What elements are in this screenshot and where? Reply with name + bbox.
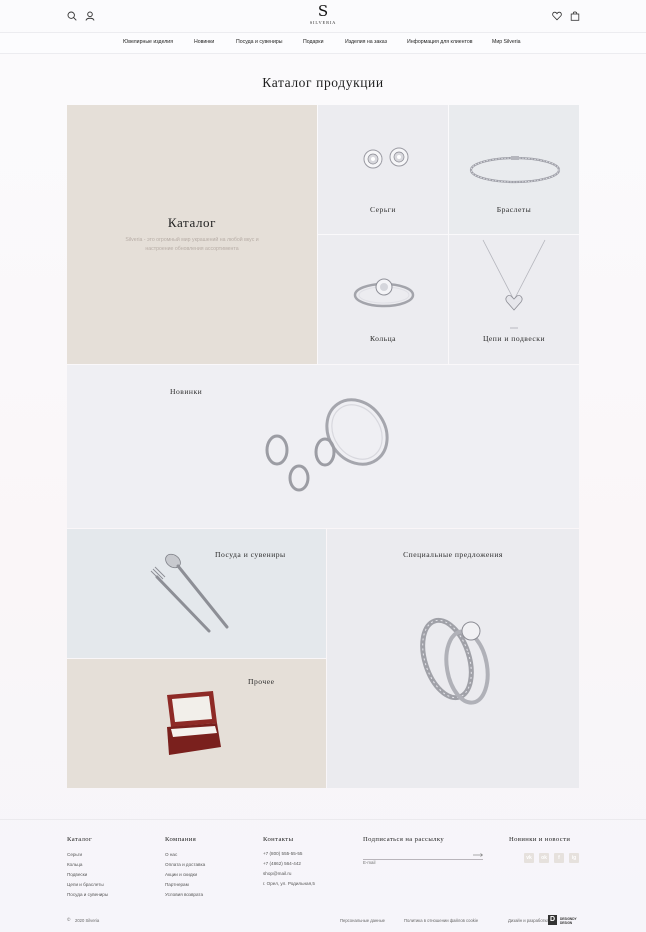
search-icon[interactable] bbox=[67, 11, 77, 21]
catalog-tile: Каталог Silveria - это огромный мир укра… bbox=[67, 105, 317, 364]
tile-tableware[interactable]: Посуда и сувениры bbox=[67, 529, 326, 658]
page-title: Каталог продукции bbox=[262, 75, 384, 90]
tile-earrings[interactable]: Серьги bbox=[318, 105, 448, 234]
top-bar: S SILVERIA bbox=[0, 0, 646, 32]
subscribe-email-field bbox=[363, 851, 483, 867]
design-label: Дизайн и разработка bbox=[508, 918, 549, 923]
nav-item-new[interactable]: Новинки bbox=[194, 39, 214, 45]
footer-link[interactable]: Цепи и браслеты bbox=[67, 882, 104, 887]
footer-company-heading: Компания bbox=[165, 836, 197, 843]
main-nav: Ювелирные изделия Новинки Посуда и сувен… bbox=[0, 32, 646, 54]
facebook-icon[interactable]: f bbox=[554, 853, 564, 863]
designdy-logo-icon[interactable]: D bbox=[548, 915, 557, 925]
copyright-icon: © bbox=[67, 917, 71, 922]
logo[interactable]: S SILVERIA bbox=[305, 2, 341, 26]
privacy-link[interactable]: Персональные данные bbox=[340, 918, 385, 923]
tile-label-special: Специальные предложения bbox=[403, 550, 503, 559]
new-collection-image bbox=[265, 398, 389, 492]
footer-link[interactable]: Подвески bbox=[67, 872, 87, 877]
footer-link[interactable]: Кольца bbox=[67, 862, 82, 867]
catalog-heading: Каталог bbox=[167, 215, 217, 230]
tile-label-other: Прочее bbox=[248, 677, 275, 686]
tile-label-new: Новинки bbox=[170, 387, 203, 396]
copyright-text: 2020 Silveria bbox=[75, 918, 100, 923]
tile-special[interactable]: Специальные предложения bbox=[327, 529, 579, 788]
tile-new[interactable]: Новинки bbox=[67, 365, 579, 528]
logo-text: SILVERIA bbox=[309, 20, 337, 25]
pendant-image bbox=[482, 239, 546, 329]
spoon-fork-image bbox=[150, 553, 229, 633]
tile-label-bracelets: Браслеты bbox=[496, 205, 532, 214]
tile-label-earrings: Серьги bbox=[370, 205, 396, 214]
earrings-image bbox=[363, 147, 409, 169]
designdy-brand: DESIGNDY DESIGN bbox=[560, 917, 577, 925]
contact-phone-2[interactable]: +7 (4862) 564-442 bbox=[263, 861, 301, 866]
footer-link[interactable]: Серьги bbox=[67, 852, 82, 857]
ok-icon[interactable]: ok bbox=[539, 853, 549, 863]
tile-other[interactable]: Прочее bbox=[67, 659, 326, 788]
bracelet-image bbox=[469, 156, 561, 184]
nav-item-custom[interactable]: Изделия на заказ bbox=[345, 39, 387, 45]
nav-item-gifts[interactable]: Подарки bbox=[303, 39, 323, 45]
tile-label-rings: Кольца bbox=[369, 334, 397, 343]
user-icon[interactable] bbox=[85, 11, 95, 21]
footer-link[interactable]: Оплата и доставка bbox=[165, 862, 205, 867]
footer-link[interactable]: О нас bbox=[165, 852, 177, 857]
tile-chains[interactable]: Цепи и подвески bbox=[449, 235, 579, 364]
footer-catalog-heading: Каталог bbox=[67, 836, 93, 843]
contact-phone[interactable]: +7 (800) 555-55-55 bbox=[263, 851, 302, 856]
catalog-description: Silveria - это огромный мир украшений на… bbox=[125, 237, 259, 252]
footer-link[interactable]: Партнерам bbox=[165, 882, 189, 887]
nav-item-world[interactable]: Мир Silveria bbox=[492, 39, 521, 45]
footer-contacts-heading: Контакты bbox=[263, 836, 294, 843]
submit-arrow-icon[interactable] bbox=[473, 853, 483, 857]
footer-divider bbox=[0, 819, 646, 820]
jewelry-box-image bbox=[167, 691, 221, 755]
footer-link[interactable]: Условия возврата bbox=[165, 892, 203, 897]
nav-item-jewelry[interactable]: Ювелирные изделия bbox=[123, 39, 173, 45]
wedding-rings-image bbox=[420, 617, 490, 705]
nav-item-tableware[interactable]: Посуда и сувениры bbox=[236, 39, 282, 45]
vk-icon[interactable]: vk bbox=[524, 853, 534, 863]
logo-mark: S bbox=[317, 2, 329, 20]
instagram-icon[interactable]: ig bbox=[569, 853, 579, 863]
footer-subscribe-heading: Подписаться на рассылку bbox=[363, 836, 445, 843]
tile-bracelets[interactable]: Браслеты bbox=[449, 105, 579, 234]
contact-email[interactable]: shop@mail.ru bbox=[263, 871, 291, 876]
cookie-policy-link[interactable]: Политика в отношении файлов cookie bbox=[404, 918, 478, 923]
tile-rings[interactable]: Кольца bbox=[318, 235, 448, 364]
email-input[interactable] bbox=[363, 858, 463, 867]
ring-image bbox=[353, 278, 415, 308]
footer-link[interactable]: Акции и скидки bbox=[165, 872, 197, 877]
contact-address: г. Орел, ул. Родильная,5 bbox=[263, 881, 315, 886]
heart-icon[interactable] bbox=[552, 11, 562, 21]
nav-item-client-info[interactable]: Информация для клиентов bbox=[407, 39, 472, 45]
footer-news-heading: Новинки и новости bbox=[509, 836, 571, 843]
bag-icon[interactable] bbox=[570, 11, 580, 21]
tile-label-chains: Цепи и подвески bbox=[482, 334, 546, 343]
footer-link[interactable]: Посуда и сувениры bbox=[67, 892, 108, 897]
